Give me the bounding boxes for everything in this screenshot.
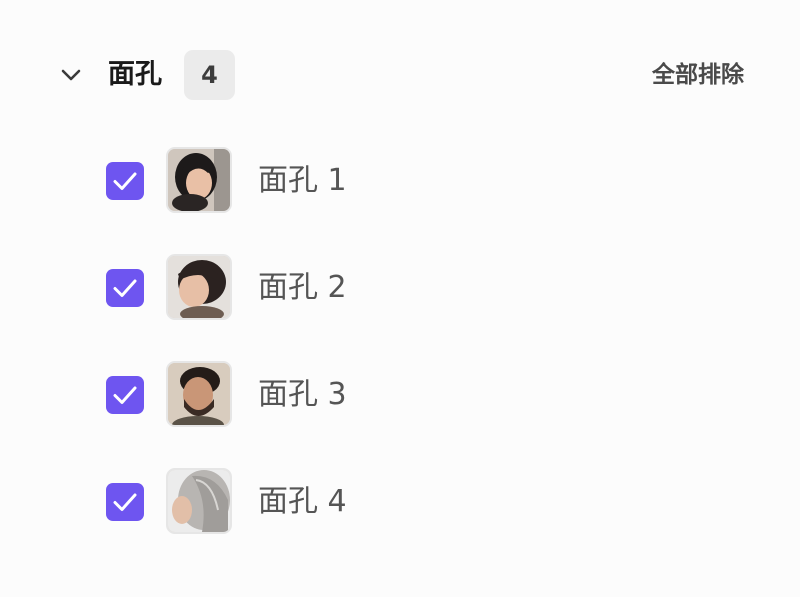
face-4-checkbox[interactable] xyxy=(106,483,144,521)
count-badge: 4 xyxy=(184,50,235,100)
face-photo-icon xyxy=(168,470,230,532)
face-row-3: 面孔 3 xyxy=(0,360,800,467)
face-2-thumbnail xyxy=(166,254,232,320)
face-4-thumbnail xyxy=(166,468,232,534)
checkmark-icon xyxy=(113,493,137,511)
faces-panel: 面孔 4 全部排除 面孔 1 面孔 2 面孔 3 面孔 4 xyxy=(0,0,800,597)
checkmark-icon xyxy=(113,172,137,190)
face-row-2: 面孔 2 xyxy=(0,253,800,360)
face-2-checkbox[interactable] xyxy=(106,269,144,307)
section-header: 面孔 4 全部排除 xyxy=(0,48,800,102)
face-1-thumbnail xyxy=(166,147,232,213)
checkmark-icon xyxy=(113,386,137,404)
face-row-4: 面孔 4 xyxy=(0,467,800,574)
face-1-checkbox[interactable] xyxy=(106,162,144,200)
face-3-label: 面孔 3 xyxy=(258,377,347,412)
chevron-down-icon[interactable] xyxy=(58,62,84,88)
face-photo-icon xyxy=(168,363,230,425)
face-3-checkbox[interactable] xyxy=(106,376,144,414)
face-4-label: 面孔 4 xyxy=(258,484,347,519)
checkmark-icon xyxy=(113,279,137,297)
exclude-all-button[interactable]: 全部排除 xyxy=(652,57,744,93)
face-2-label: 面孔 2 xyxy=(258,270,347,305)
section-title: 面孔 xyxy=(108,59,162,90)
face-row-1: 面孔 1 xyxy=(0,146,800,253)
face-photo-icon xyxy=(168,256,230,318)
face-3-thumbnail xyxy=(166,361,232,427)
face-photo-icon xyxy=(168,149,230,211)
face-1-label: 面孔 1 xyxy=(258,163,347,198)
face-list: 面孔 1 面孔 2 面孔 3 面孔 4 xyxy=(0,146,800,574)
